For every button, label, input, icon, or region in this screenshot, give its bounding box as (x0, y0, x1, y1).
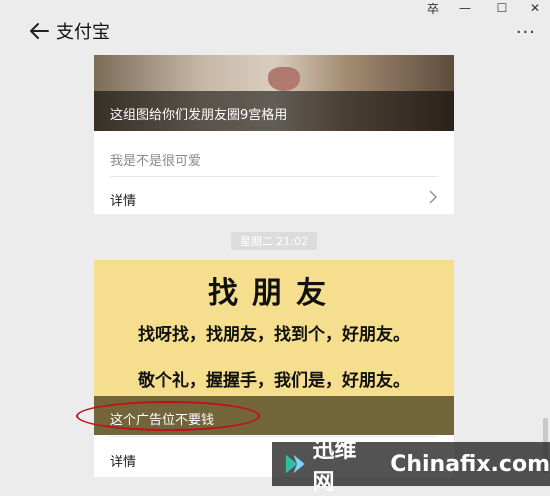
cat-photo: 这组图给你们发朋友圈9宫格用 (94, 55, 454, 131)
more-options-button[interactable]: ··· (516, 22, 536, 43)
card1-caption: 这组图给你们发朋友圈9宫格用 (110, 108, 288, 123)
maximize-button[interactable]: ☐ (489, 0, 515, 16)
poster-headline: 找朋友 (208, 276, 340, 311)
card1-detail-link[interactable]: 详情 (110, 190, 136, 209)
close-button[interactable]: ✕ (522, 0, 548, 16)
poster-line-1: 找呀找，找朋友，找到个，好朋友。 (138, 325, 410, 345)
chinafix-logo-icon (285, 454, 305, 474)
watermark-cn: 迅维网 (312, 438, 357, 495)
card1-divider (110, 176, 438, 177)
watermark: 迅维网 Chinafix.com (272, 438, 550, 495)
title-bar: 卒 — ☐ ✕ 支付宝 ··· (0, 0, 550, 55)
pin-button[interactable]: 卒 (420, 0, 446, 16)
cat-nose (268, 67, 300, 91)
poster-line-2: 敬个礼，握握手，我们是，好朋友。 (138, 371, 410, 391)
red-ellipse-annotation (76, 401, 260, 431)
timestamp-badge: 星期二 21:02 (231, 232, 317, 250)
minimize-button[interactable]: — (452, 0, 478, 16)
watermark-en: Chinafix.com (390, 451, 550, 477)
message-card-1[interactable]: 这组图给你们发朋友圈9宫格用 我是不是很可爱 详情 (94, 55, 454, 214)
back-arrow-icon[interactable] (28, 20, 50, 42)
chevron-right-icon[interactable] (428, 190, 438, 204)
card1-subtitle: 我是不是很可爱 (110, 154, 202, 169)
page-title: 支付宝 (56, 22, 110, 43)
card2-detail-link[interactable]: 详情 (110, 451, 136, 470)
card2-divider (110, 436, 438, 437)
